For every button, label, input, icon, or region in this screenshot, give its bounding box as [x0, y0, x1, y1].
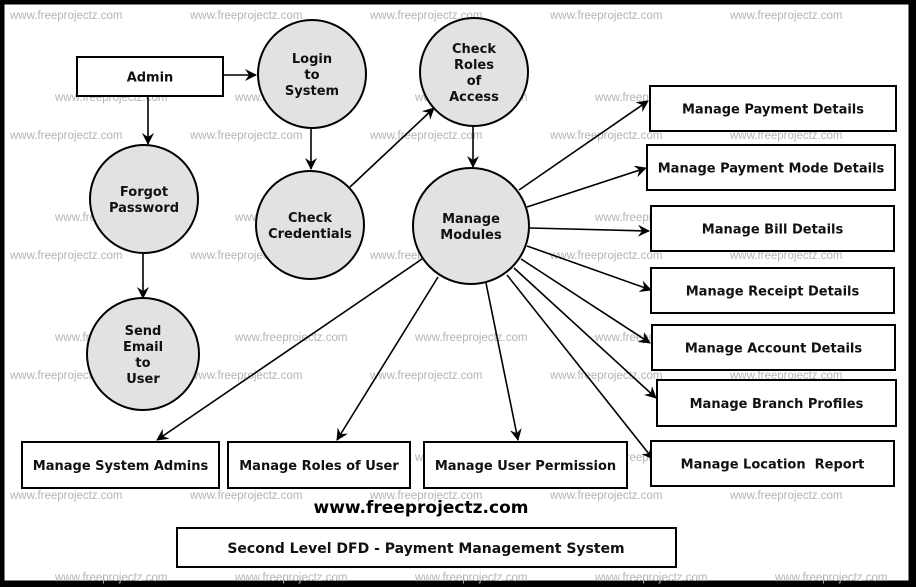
watermark-text: www.freeprojectz.com: [9, 490, 122, 502]
watermark-text: www.freeprojectz.com: [594, 572, 707, 584]
process-label: Access: [449, 90, 499, 105]
process-label: Manage: [442, 212, 500, 227]
watermark-text: www.freeprojectz.com: [549, 130, 662, 142]
entity-label: Manage Account Details: [685, 342, 863, 357]
process-checkcred[interactable]: CheckCredentials: [255, 170, 365, 280]
process-label: to: [135, 356, 150, 371]
entity-branch[interactable]: Manage Branch Profiles: [656, 379, 897, 427]
watermark-text: www.freeprojectz.com: [549, 10, 662, 22]
entity-admin[interactable]: Admin: [76, 56, 224, 97]
watermark-text: www.freeprojectz.com: [234, 572, 347, 584]
watermark-text: www.freeprojectz.com: [54, 572, 167, 584]
dfd-canvas: www.freeprojectz.com www.freeprojectz.com…: [1, 1, 912, 584]
entity-location[interactable]: Manage Location Report: [650, 440, 895, 487]
entity-label: Manage Location Report: [681, 458, 865, 473]
entity-paymode[interactable]: Manage Payment Mode Details: [646, 144, 896, 191]
process-label: Forgot: [120, 185, 168, 200]
watermark-text: www.freeprojectz.com: [729, 490, 842, 502]
watermark-text: www.freeprojectz.com: [729, 10, 842, 22]
site-url[interactable]: www.freeprojectz.com: [314, 498, 529, 518]
process-label: Roles: [454, 58, 494, 73]
watermark-text: www.freeprojectz.com: [369, 130, 482, 142]
entity-label: Manage Payment Mode Details: [658, 162, 885, 177]
watermark-text: www.freeprojectz.com: [189, 130, 302, 142]
entity-roles[interactable]: Manage Roles of User: [227, 441, 411, 489]
watermark-text: www.freeprojectz.com: [414, 572, 527, 584]
entity-label: Manage Payment Details: [682, 103, 864, 118]
entity-label: Admin: [127, 71, 174, 86]
diagram-title-box: Second Level DFD - Payment Management Sy…: [176, 527, 677, 568]
process-forgot[interactable]: ForgotPassword: [89, 144, 199, 254]
entity-label: Manage System Admins: [33, 459, 209, 474]
entity-account[interactable]: Manage Account Details: [651, 324, 896, 371]
watermark-text: www.freeprojectz.com: [549, 370, 662, 382]
entity-label: Manage Roles of User: [239, 459, 399, 474]
entity-payment[interactable]: Manage Payment Details: [649, 85, 897, 132]
process-sendemail[interactable]: SendEmailtoUser: [86, 297, 200, 411]
watermark-text: www.freeprojectz.com: [369, 370, 482, 382]
entity-bill[interactable]: Manage Bill Details: [650, 205, 895, 252]
process-login[interactable]: LogintoSystem: [257, 19, 367, 129]
entity-receipt[interactable]: Manage Receipt Details: [650, 267, 895, 314]
process-label: Credentials: [268, 227, 352, 242]
process-modules[interactable]: ManageModules: [412, 167, 530, 285]
process-label: Check: [288, 211, 332, 226]
diagram-title: Second Level DFD - Payment Management Sy…: [227, 541, 624, 557]
process-label: Password: [109, 201, 179, 216]
watermark-text: www.freeprojectz.com: [414, 332, 527, 344]
watermark-text: www.freeprojectz.com: [9, 250, 122, 262]
entity-label: Manage Bill Details: [702, 223, 844, 238]
watermark-text: www.freeprojectz.com: [189, 10, 302, 22]
process-label: Send: [125, 324, 162, 339]
process-label: Modules: [440, 228, 502, 243]
process-label: of: [467, 74, 482, 89]
entity-label: Manage Receipt Details: [686, 285, 860, 300]
entity-label: Manage Branch Profiles: [690, 397, 864, 412]
watermark-text: www.freeprojectz.com: [189, 490, 302, 502]
process-label: Check: [452, 42, 496, 57]
watermark-text: www.freeprojectz.com: [774, 572, 887, 584]
watermark-text: www.freeprojectz.com: [9, 130, 122, 142]
process-label: User: [126, 372, 160, 387]
process-label: to: [304, 68, 319, 83]
process-label: Login: [292, 52, 332, 67]
process-label: Email: [123, 340, 163, 355]
watermark-text: www.freeprojectz.com: [549, 490, 662, 502]
entity-perm[interactable]: Manage User Permission: [423, 441, 628, 489]
entity-label: Manage User Permission: [435, 459, 616, 474]
watermark-text: www.freeprojectz.com: [234, 332, 347, 344]
watermark-text: www.freeprojectz.com: [9, 10, 122, 22]
process-label: System: [285, 84, 339, 99]
process-checkroles[interactable]: CheckRolesofAccess: [419, 17, 529, 127]
entity-sysadmins[interactable]: Manage System Admins: [21, 441, 220, 489]
